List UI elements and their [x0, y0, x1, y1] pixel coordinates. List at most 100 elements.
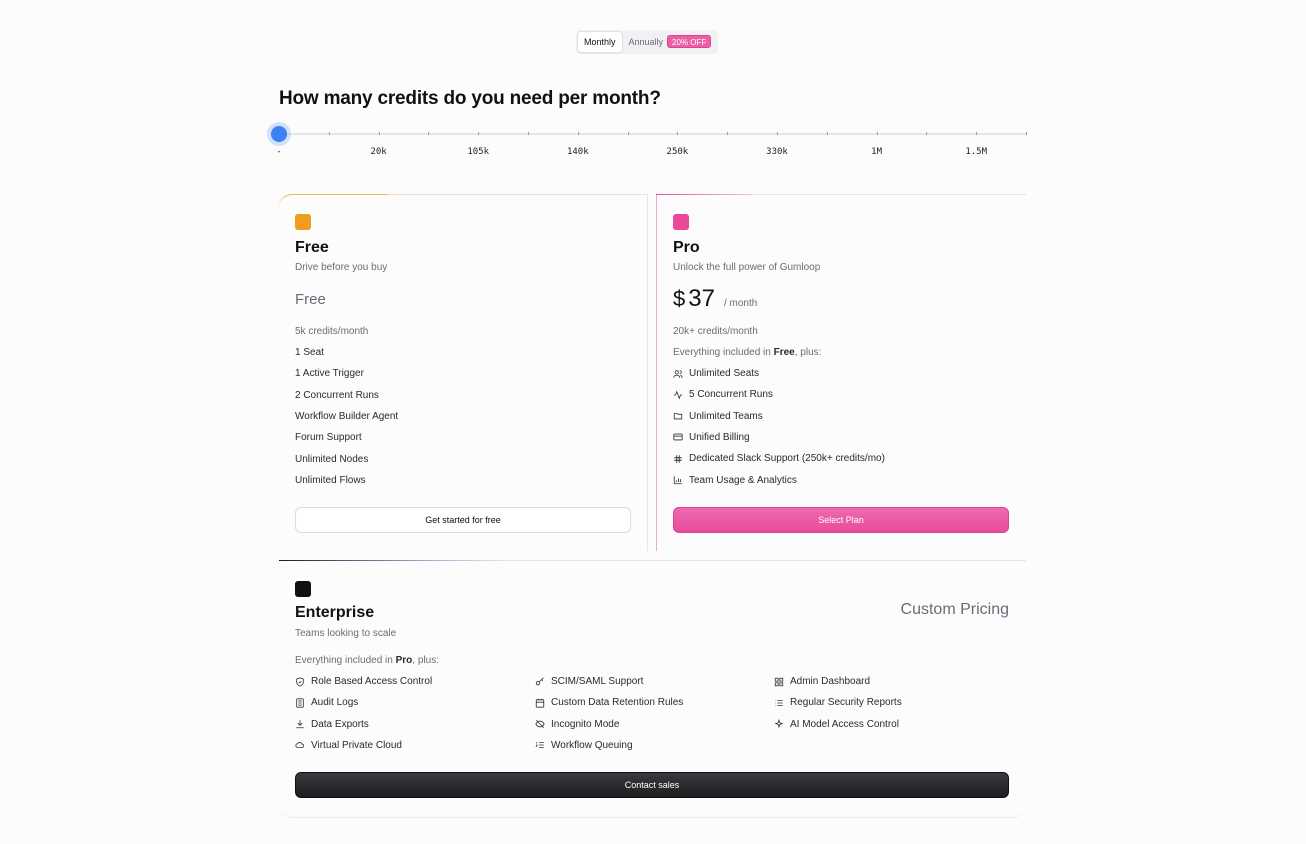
price-amount: 37 [688, 285, 715, 312]
enterprise-plan-card: Enterprise Teams looking to scale Custom… [279, 560, 1026, 818]
slider-tick [528, 132, 529, 135]
folder-icon [673, 411, 683, 421]
pro-feature-label: 5 Concurrent Runs [689, 389, 773, 401]
enterprise-plan-price: Custom Pricing [900, 601, 1009, 618]
pro-feature-item: Unlimited Seats [673, 368, 759, 379]
pro-plan-name: Pro [673, 239, 700, 256]
pro-feature-label: Unified Billing [689, 431, 750, 443]
slider-tick [627, 132, 629, 135]
free-feature-item: Forum Support [295, 432, 362, 444]
slider-label: 20k [370, 147, 387, 157]
slider-label: 1.5M [965, 147, 988, 157]
shield-icon [295, 676, 305, 687]
price-currency: $ [673, 286, 686, 311]
key-icon [535, 677, 545, 687]
includes-suffix: , plus: [412, 655, 439, 666]
enterprise-feature-label: Custom Data Retention Rules [551, 697, 684, 709]
contact-sales-button[interactable]: Contact sales [295, 772, 1009, 798]
list-ordered-icon [535, 740, 545, 750]
slider-tick [727, 132, 729, 135]
pro-feature-label: Team Usage & Analytics [689, 474, 797, 486]
slider-label: - [276, 147, 282, 157]
enterprise-feature-item: Incognito Mode [535, 719, 619, 730]
get-started-button[interactable]: Get started for free [295, 507, 631, 533]
slider-label: 330k [766, 147, 788, 157]
pro-plan-credits: 20k+ credits/month [673, 326, 758, 337]
free-feature-item: Unlimited Nodes [295, 453, 369, 465]
pro-feature-label: Unlimited Teams [689, 410, 763, 422]
billing-toggle: Monthly Annually 20% OFF [576, 30, 719, 54]
enterprise-feature-item: AI Model Access Control [774, 719, 899, 730]
slider-tick [976, 132, 978, 135]
slider-tick [428, 132, 430, 135]
users-icon [673, 369, 683, 379]
includes-plan: Pro [395, 655, 413, 666]
slider-tick [677, 132, 679, 135]
enterprise-feature-label: Virtual Private Cloud [311, 739, 402, 751]
includes-suffix: , plus: [794, 347, 822, 358]
credits-slider[interactable]: - 20k 105k 140k 250k 330k 1M 1.5M [271, 126, 1027, 157]
credit-card-icon [673, 432, 683, 442]
sparkles-icon [774, 719, 784, 729]
free-plan-name: Free [295, 239, 329, 256]
free-feature-item: 1 Seat [295, 347, 324, 358]
pro-feature-item: Team Usage & Analytics [673, 475, 797, 486]
slider-tick [378, 132, 380, 135]
slider-tick [577, 132, 579, 135]
monthly-option[interactable]: Monthly [577, 31, 623, 53]
enterprise-feature-item: Workflow Queuing [535, 740, 633, 751]
slider-thumb[interactable] [271, 126, 287, 142]
enterprise-includes-text: Everything included in Pro, plus: [295, 655, 439, 666]
pro-plan-card: Pro Unlock the full power of Gumloop $ 3… [656, 194, 1026, 551]
free-feature-item: Unlimited Flows [295, 474, 366, 486]
free-feature-item: 2 Concurrent Runs [295, 389, 379, 401]
slider-track[interactable] [279, 133, 1026, 135]
includes-prefix: Everything included in [673, 347, 774, 358]
free-feature-item: Workflow Builder Agent [295, 410, 399, 422]
calendar-icon [535, 698, 545, 708]
includes-prefix: Everything included in [295, 655, 396, 666]
free-feature-item: 1 Active Trigger [295, 368, 364, 380]
enterprise-feature-label: Admin Dashboard [790, 676, 871, 687]
slider-tick [826, 132, 828, 135]
enterprise-feature-item: Admin Dashboard [774, 676, 870, 687]
pro-feature-item: Unlimited Teams [673, 411, 763, 422]
slider-tick [777, 132, 778, 135]
slider-tick [478, 132, 480, 135]
enterprise-plan-name: Enterprise [295, 604, 375, 621]
free-plan-swatch [295, 214, 311, 230]
enterprise-feature-label: Data Exports [311, 718, 369, 730]
free-plan-price: Free [295, 291, 326, 308]
slack-icon [673, 454, 683, 464]
annually-label: Annually [628, 37, 664, 47]
enterprise-feature-item: Regular Security Reports [774, 697, 902, 708]
enterprise-feature-item: Data Exports [295, 719, 369, 730]
activity-icon [673, 390, 683, 400]
annually-option[interactable]: Annually 20% OFF [623, 31, 718, 53]
slider-tick [876, 132, 878, 135]
enterprise-feature-item: Custom Data Retention Rules [535, 697, 683, 708]
slider-tick [328, 132, 330, 135]
download-icon [295, 719, 305, 729]
eye-off-icon [535, 719, 545, 729]
select-plan-button[interactable]: Select Plan [673, 507, 1009, 533]
enterprise-plan-description: Teams looking to scale [295, 628, 397, 639]
bar-chart-icon [673, 475, 683, 485]
pro-includes-text: Everything included in Free, plus: [673, 347, 821, 358]
pro-feature-label: Unlimited Seats [689, 368, 760, 379]
pro-feature-item: Unified Billing [673, 432, 750, 443]
enterprise-feature-label: Role Based Access Control [311, 676, 433, 687]
pro-feature-item: Dedicated Slack Support (250k+ credits/m… [673, 453, 885, 464]
free-plan-credits: 5k credits/month [295, 326, 369, 337]
price-period: / month [723, 298, 758, 309]
enterprise-feature-label: Regular Security Reports [790, 697, 902, 709]
slider-tick [1026, 132, 1027, 135]
slider-label: 1M [871, 147, 883, 157]
file-icon [295, 698, 305, 708]
pro-feature-label: Dedicated Slack Support (250k+ credits/m… [689, 453, 885, 465]
credits-question: How many credits do you need per month? [279, 88, 661, 109]
enterprise-feature-label: Incognito Mode [551, 718, 620, 730]
enterprise-plan-swatch [295, 581, 311, 597]
cloud-icon [295, 740, 305, 750]
free-plan-description: Drive before you buy [295, 262, 388, 273]
